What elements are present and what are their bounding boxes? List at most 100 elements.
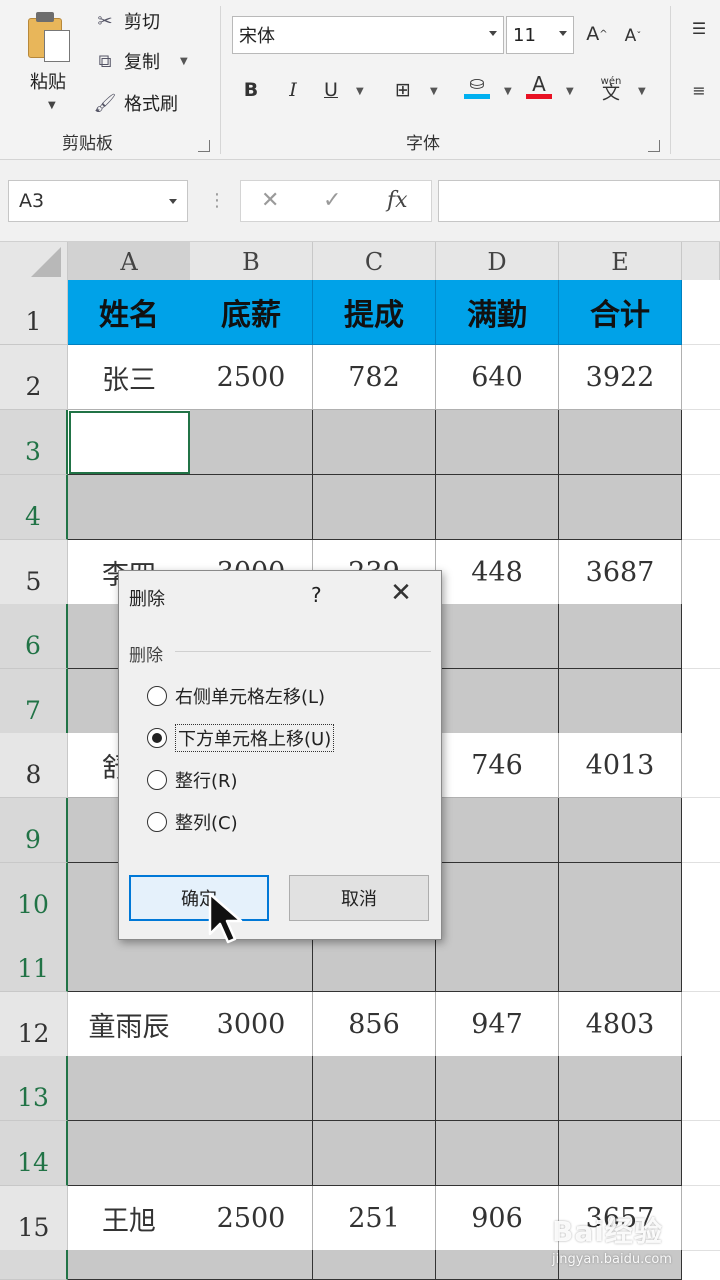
option-shift-up[interactable]: 下方单元格上移(U) [147,723,335,753]
font-name-select[interactable]: 宋体 [232,16,504,54]
cell-e4[interactable] [559,475,682,540]
cell-e2[interactable]: 3922 [559,345,682,410]
enter-icon[interactable]: ✓ [323,188,341,213]
row-header-13[interactable]: 13 [0,1056,68,1121]
cell-e13[interactable] [559,1056,682,1121]
cell-d12[interactable]: 947 [436,992,559,1057]
option-entire-column[interactable]: 整列(C) [147,807,238,837]
font-launcher-icon[interactable] [648,140,660,152]
name-box[interactable]: A3 [8,180,188,222]
cell-c4[interactable] [313,475,436,540]
fill-color-button[interactable]: ⛀ [462,70,492,102]
cell-c1[interactable]: 提成 [313,280,436,345]
column-header-f[interactable] [682,242,720,282]
cell-e8[interactable]: 4013 [559,733,682,798]
column-header-c[interactable]: C [313,242,436,282]
cell-e1[interactable]: 合计 [559,280,682,345]
cell-f3[interactable] [682,410,720,475]
cell-f12[interactable] [682,992,720,1057]
borders-button[interactable]: ⊞ [388,74,418,106]
cell-b1[interactable]: 底薪 [190,280,313,345]
row-header-3[interactable]: 3 [0,410,68,475]
cell-a14[interactable] [68,1121,191,1186]
paste-dropdown-icon[interactable]: ▼ [48,100,56,111]
cell-a2[interactable]: 张三 [68,345,191,410]
cell-e5[interactable]: 3687 [559,540,682,605]
cell-c14[interactable] [313,1121,436,1186]
cell-c12[interactable]: 856 [313,992,436,1057]
cell-c2[interactable]: 782 [313,345,436,410]
cell-e9[interactable] [559,798,682,863]
cell-d3[interactable] [436,410,559,475]
cell-c13[interactable] [313,1056,436,1121]
cell-c16[interactable] [313,1250,436,1280]
cell-f4[interactable] [682,475,720,540]
cell-f6[interactable] [682,604,720,669]
column-header-d[interactable]: D [436,242,559,282]
cell-f14[interactable] [682,1121,720,1186]
cell-f2[interactable] [682,345,720,410]
cell-a4[interactable] [68,475,191,540]
row-header-15[interactable]: 15 [0,1186,68,1251]
borders-dropdown-icon[interactable]: ▼ [430,86,438,97]
cell-e7[interactable] [559,669,682,734]
column-header-a[interactable]: A [68,242,191,282]
phonetic-dropdown-icon[interactable]: ▼ [638,86,646,97]
cell-a16[interactable] [68,1250,191,1280]
cell-f13[interactable] [682,1056,720,1121]
cell-d10[interactable] [436,863,559,928]
cell-e11[interactable] [559,927,682,992]
cell-d6[interactable] [436,604,559,669]
cell-c15[interactable]: 251 [313,1186,436,1251]
cell-e10[interactable] [559,863,682,928]
align-top-icon[interactable]: ☰ [684,12,714,44]
cell-d9[interactable] [436,798,559,863]
formula-input[interactable] [438,180,720,222]
cell-b3[interactable] [190,410,313,475]
cell-d13[interactable] [436,1056,559,1121]
help-button[interactable]: ? [311,583,322,607]
row-header-7[interactable]: 7 [0,669,68,734]
cancel-icon[interactable]: ✕ [261,188,279,213]
column-header-e[interactable]: E [559,242,682,282]
italic-button[interactable]: I [278,74,308,106]
option-entire-row[interactable]: 整行(R) [147,765,238,795]
cell-e3[interactable] [559,410,682,475]
cell-a1[interactable]: 姓名 [68,280,191,345]
select-all-button[interactable] [0,242,68,282]
cell-e6[interactable] [559,604,682,669]
cell-f10[interactable] [682,863,720,928]
shrink-font-button[interactable]: Aˇ [618,20,648,52]
font-color-button[interactable]: A [524,70,554,102]
cell-b15[interactable]: 2500 [190,1186,313,1251]
paste-button-label[interactable]: 粘贴 [30,68,66,94]
align-left-icon[interactable]: ≡ [684,74,714,106]
cell-d1[interactable]: 满勤 [436,280,559,345]
cell-b13[interactable] [190,1056,313,1121]
copy-dropdown-icon[interactable]: ▼ [180,56,188,67]
cell-c3[interactable] [313,410,436,475]
paste-icon[interactable] [28,12,72,62]
underline-dropdown-icon[interactable]: ▼ [356,86,364,97]
ok-button[interactable]: 确定 [129,875,269,921]
cell-e14[interactable] [559,1121,682,1186]
cell-d14[interactable] [436,1121,559,1186]
row-header-10[interactable]: 10 [0,863,68,928]
row-header-9[interactable]: 9 [0,798,68,863]
cell-a13[interactable] [68,1056,191,1121]
cell-d8[interactable]: 746 [436,733,559,798]
bold-button[interactable]: B [236,74,266,106]
format-painter-button[interactable]: 🖌 格式刷 [94,88,178,118]
cell-f5[interactable] [682,540,720,605]
cell-b12[interactable]: 3000 [190,992,313,1057]
cell-b4[interactable] [190,475,313,540]
cell-b14[interactable] [190,1121,313,1186]
cut-button[interactable]: ✂ 剪切 [94,6,160,36]
row-header-16[interactable] [0,1250,68,1280]
row-header-6[interactable]: 6 [0,604,68,669]
option-shift-left[interactable]: 右侧单元格左移(L) [147,681,325,711]
cell-f9[interactable] [682,798,720,863]
row-header-11[interactable]: 11 [0,927,68,992]
row-header-12[interactable]: 12 [0,992,68,1057]
clipboard-launcher-icon[interactable] [198,140,210,152]
